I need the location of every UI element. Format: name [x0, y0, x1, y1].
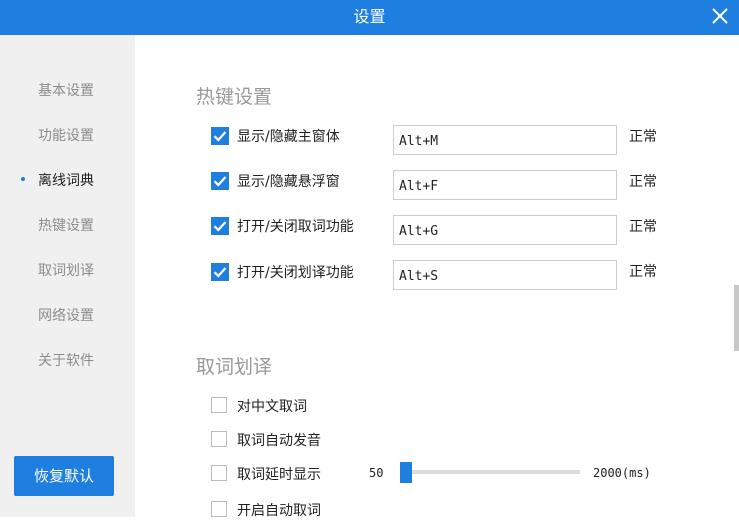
hotkey-translate-toggle-checkbox[interactable]: [211, 263, 229, 281]
auto-pronounce-label: 取词自动发音: [237, 433, 321, 449]
hotkey-translate-toggle-status: 正常: [629, 264, 657, 280]
hotkey-float-window-checkbox[interactable]: [211, 172, 229, 190]
delay-slider-thumb[interactable]: [400, 462, 412, 483]
delay-display-label: 取词延时显示: [237, 467, 321, 483]
hotkey-main-window-label: 显示/隐藏主窗体: [237, 129, 340, 145]
check-icon: [211, 172, 229, 190]
chinese-capture-label: 对中文取词: [237, 399, 307, 415]
sidebar-item-capture[interactable]: 取词划译: [38, 260, 94, 280]
check-icon: [211, 127, 229, 145]
hotkey-translate-toggle-label: 打开/关闭划译功能: [237, 265, 354, 281]
auto-capture-label: 开启自动取词: [237, 503, 321, 519]
title-bar: 设置: [0, 0, 739, 35]
delay-slider-max-label: 2000(ms): [593, 466, 651, 480]
close-icon[interactable]: [707, 2, 733, 30]
hotkey-capture-toggle-status: 正常: [629, 219, 657, 235]
sidebar-item-label: 离线词典: [38, 173, 94, 189]
delay-slider-min-label: 50: [369, 466, 384, 480]
hotkey-float-window-label: 显示/隐藏悬浮窗: [237, 174, 340, 190]
sidebar-item-function[interactable]: 功能设置: [38, 125, 94, 145]
check-icon: [211, 263, 229, 281]
hotkey-main-window-input[interactable]: [393, 125, 617, 155]
hotkey-main-window-status: 正常: [629, 129, 657, 145]
auto-capture-checkbox[interactable]: [211, 501, 227, 517]
hotkey-capture-toggle-checkbox[interactable]: [211, 217, 229, 235]
sidebar-item-network[interactable]: 网络设置: [38, 305, 94, 325]
hotkey-main-window-checkbox[interactable]: [211, 127, 229, 145]
hotkey-float-window-status: 正常: [629, 174, 657, 190]
auto-pronounce-checkbox[interactable]: [211, 431, 227, 447]
sidebar-item-about[interactable]: 关于软件: [38, 350, 94, 370]
sidebar-item-basic[interactable]: 基本设置: [38, 80, 94, 100]
sidebar: 基本设置 功能设置 离线词典 热键设置 取词划译 网络设置 关于软件: [0, 35, 135, 517]
reset-defaults-button[interactable]: 恢复默认: [14, 456, 114, 496]
check-icon: [211, 217, 229, 235]
hotkey-capture-toggle-label: 打开/关闭取词功能: [237, 219, 354, 235]
hotkey-float-window-input[interactable]: [393, 170, 617, 200]
hotkey-translate-toggle-input[interactable]: [393, 260, 617, 290]
delay-display-checkbox[interactable]: [211, 465, 227, 481]
hotkeys-section-title: 热键设置: [196, 86, 273, 108]
hotkey-capture-toggle-input[interactable]: [393, 215, 617, 245]
vertical-scrollbar[interactable]: [734, 285, 739, 351]
chinese-capture-checkbox[interactable]: [211, 397, 227, 413]
sidebar-item-hotkeys[interactable]: 热键设置: [38, 215, 94, 235]
delay-slider-track[interactable]: [400, 470, 580, 474]
sidebar-item-offline-dictionary[interactable]: 离线词典: [21, 170, 94, 190]
active-indicator-dot: [21, 177, 25, 181]
window-title: 设置: [353, 7, 386, 26]
capture-section-title: 取词划译: [196, 356, 273, 378]
